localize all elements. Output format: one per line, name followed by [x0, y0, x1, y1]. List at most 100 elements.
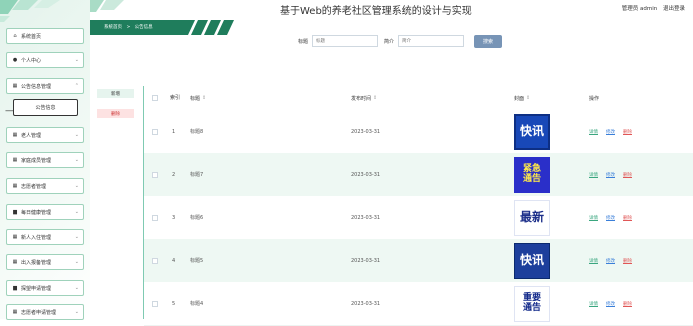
sidebar-item-label: 个人中心: [21, 57, 42, 64]
row-cover-cell: 紧急 通告: [514, 153, 550, 196]
row-checkbox[interactable]: [152, 128, 158, 135]
row-cover-cell: 最新: [514, 196, 550, 239]
intro-search-input[interactable]: [398, 35, 465, 47]
chevron-down-icon: ⌄: [74, 132, 79, 138]
cover-image: 重要 通告: [514, 285, 550, 322]
detail-link[interactable]: 详情: [589, 129, 598, 135]
sidebar-item[interactable]: ▆ 每日健康管理 ⌄: [6, 204, 84, 220]
cover-text: 通告: [522, 302, 541, 313]
sidebar-item[interactable]: ▆ 探望申请管理 ⌄: [6, 280, 84, 296]
batch-delete-button[interactable]: 删除: [97, 109, 134, 118]
delete-link[interactable]: 删除: [623, 258, 632, 264]
delete-link[interactable]: 删除: [623, 301, 632, 307]
sidebar-item-label: 系统首页: [21, 33, 42, 40]
notice-table: 索引 标题 ⇕ 发布时间 ⇕ 封面 ⇕ 操作 1 标题8 2023-03-31 快讯 详情 修改…: [143, 86, 693, 326]
grid-icon: ▦: [12, 157, 18, 163]
sidebar-item[interactable]: ⌂ 系统首页: [6, 28, 84, 44]
row-title: 标题7: [190, 172, 204, 178]
sidebar-item-label: 家庭成员管理: [21, 157, 52, 164]
folder-icon: ▆: [13, 285, 17, 291]
chevron-down-icon: ⌄: [74, 234, 79, 240]
sidebar-item[interactable]: ▦ 出入报备管理 ⌄: [6, 254, 84, 270]
sidebar-item-label: 探望申请管理: [21, 285, 52, 292]
intro-label: 简介: [384, 38, 395, 45]
row-cover-cell: 快讯: [514, 110, 550, 153]
add-button[interactable]: 新增: [97, 89, 134, 98]
sidebar-item[interactable]: ▦ 公告信息管理 ⌃: [6, 78, 84, 94]
edit-link[interactable]: 修改: [606, 215, 615, 221]
grid-icon: ▦: [12, 132, 18, 138]
title-label: 标题: [298, 38, 309, 45]
row-date: 2023-03-31: [351, 128, 381, 135]
grid-icon: ▦: [12, 309, 18, 315]
row-date: 2023-03-31: [351, 171, 381, 178]
grid-icon: ▦: [12, 259, 18, 265]
sidebar-item-label: 每日健康管理: [21, 209, 52, 216]
home-icon: ⌂: [13, 33, 17, 39]
table-row: 4 标题5 2023-03-31 快讯 详情 修改 删除: [144, 239, 693, 283]
delete-link[interactable]: 删除: [623, 172, 632, 178]
folder-icon: ▆: [13, 209, 17, 215]
sidebar-item-label: 老人管理: [21, 132, 42, 139]
search-bar: 标题 简介 搜索: [298, 34, 503, 48]
edit-link[interactable]: 修改: [606, 258, 615, 264]
header-cover[interactable]: 封面: [514, 95, 524, 102]
header-decoration: [90, 0, 124, 12]
table-row: 1 标题8 2023-03-31 快讯 详情 修改 删除: [144, 110, 693, 154]
sidebar-item[interactable]: ▦ 志愿者管理 ⌄: [6, 178, 84, 194]
row-cover-cell: 快讯: [514, 239, 550, 282]
detail-link[interactable]: 详情: [589, 258, 598, 264]
header-title[interactable]: 标题: [190, 95, 200, 102]
sidebar-item[interactable]: ▦ 志愿者申请管理 ⌄: [6, 304, 84, 320]
delete-link[interactable]: 删除: [623, 215, 632, 221]
sort-icon[interactable]: ⇕: [202, 95, 206, 101]
row-checkbox[interactable]: [152, 300, 158, 307]
sidebar-item[interactable]: ● 个人中心 ⌄: [6, 52, 84, 68]
chevron-down-icon: ⌄: [74, 57, 79, 63]
chevron-up-icon: ⌃: [74, 83, 79, 89]
user-info: 管理员 admin 退出登录: [622, 4, 685, 12]
logout-link[interactable]: 退出登录: [663, 6, 685, 12]
breadcrumb: 系统首页 > 公告信息: [90, 20, 240, 35]
chevron-down-icon: ⌄: [74, 209, 79, 215]
cover-image: 快讯: [514, 113, 550, 150]
breadcrumb-home[interactable]: 系统首页: [104, 25, 122, 30]
detail-link[interactable]: 详情: [589, 301, 598, 307]
cover-image: 快讯: [514, 242, 550, 279]
sidebar-subitem-label: 公告信息: [35, 105, 56, 111]
sort-icon[interactable]: ⇕: [373, 95, 377, 101]
header-ops: 操作: [589, 95, 600, 102]
sidebar-subitem-notice[interactable]: 公告信息: [13, 99, 78, 116]
row-actions: 详情 修改 删除: [589, 153, 640, 196]
chevron-down-icon: ⌄: [74, 259, 79, 265]
table-row: 2 标题7 2023-03-31 紧急 通告 详情 修改 删除: [144, 153, 693, 197]
search-button[interactable]: 搜索: [474, 34, 503, 48]
detail-link[interactable]: 详情: [589, 172, 598, 178]
table-header: 索引 标题 ⇕ 发布时间 ⇕ 封面 ⇕ 操作: [144, 86, 693, 111]
table-row: 3 标题6 2023-03-31 最新 详情 修改 删除: [144, 196, 693, 240]
header-date[interactable]: 发布时间: [351, 95, 371, 102]
row-checkbox[interactable]: [152, 171, 158, 178]
delete-link[interactable]: 删除: [623, 129, 632, 135]
row-date: 2023-03-31: [351, 257, 381, 264]
username: admin: [640, 6, 658, 12]
cover-text: 快讯: [519, 253, 544, 268]
detail-link[interactable]: 详情: [589, 215, 598, 221]
sidebar-item-label: 志愿者管理: [21, 183, 47, 190]
sidebar-item[interactable]: ▦ 老人管理 ⌄: [6, 127, 84, 143]
chevron-down-icon: ⌄: [74, 183, 79, 189]
edit-link[interactable]: 修改: [606, 129, 615, 135]
cover-image: 紧急 通告: [514, 156, 550, 193]
sort-icon[interactable]: ⇕: [526, 95, 530, 101]
edit-link[interactable]: 修改: [606, 172, 615, 178]
row-actions: 详情 修改 删除: [589, 110, 640, 153]
row-checkbox[interactable]: [152, 257, 158, 264]
row-checkbox[interactable]: [152, 214, 158, 221]
sidebar-item-label: 新人入住管理: [21, 234, 52, 241]
edit-link[interactable]: 修改: [606, 301, 615, 307]
sidebar-item[interactable]: ▦ 家庭成员管理 ⌄: [6, 152, 84, 168]
select-all-checkbox[interactable]: [152, 95, 158, 101]
cover-image: 最新: [514, 199, 550, 236]
sidebar-item[interactable]: ▦ 新人入住管理 ⌄: [6, 229, 84, 245]
title-search-input[interactable]: [312, 35, 379, 47]
